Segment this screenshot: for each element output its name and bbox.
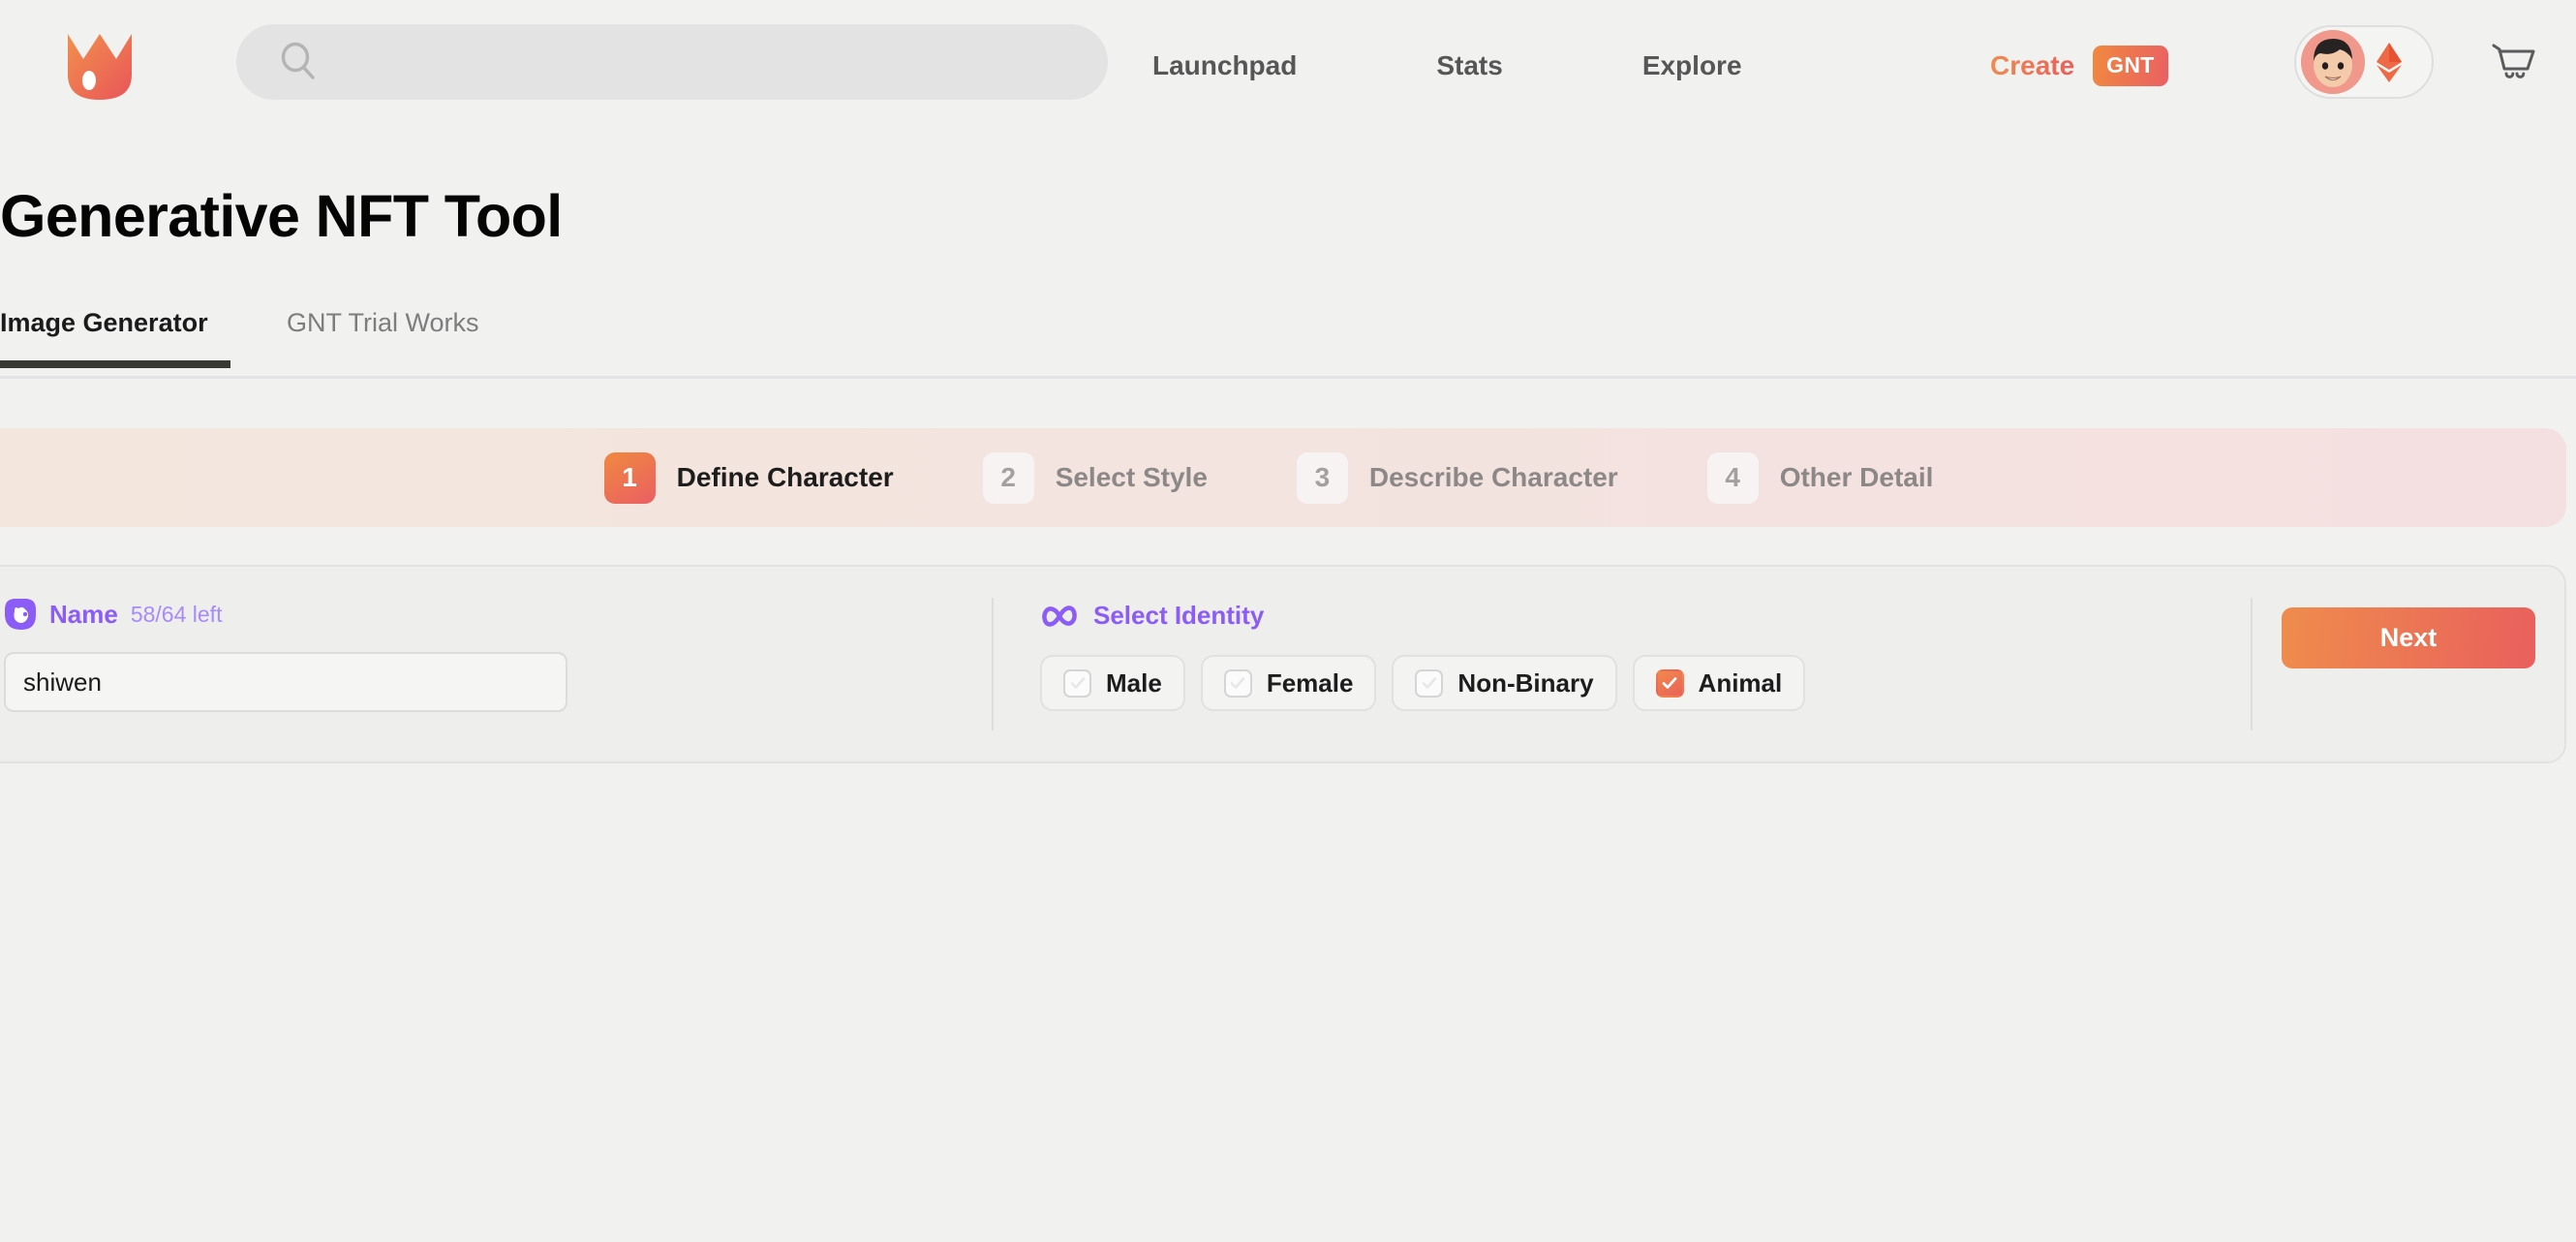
name-input[interactable] [4,652,567,712]
infinity-icon [1040,605,1079,628]
identity-option-non-binary[interactable]: Non-Binary [1392,655,1617,711]
name-char-counter: 58/64 left [130,601,223,627]
step-other-detail[interactable]: 4 Other Detail [1706,451,1934,504]
tab-bar: Image Generator GNT Trial Works [0,308,2576,379]
account-pill[interactable] [2294,25,2434,99]
identity-section: Select Identity Male Female Non-Binary A… [994,567,2251,761]
identity-option-label: Male [1106,668,1162,698]
step-progress-bar: 1 Define Character 2 Select Style 3 Desc… [0,428,2566,527]
checkbox-non-binary[interactable] [1415,668,1444,698]
identity-label: Select Identity [1093,601,1265,630]
step-label: Describe Character [1368,462,1618,492]
nav-link-explore[interactable]: Explore [1642,50,1742,81]
tab-image-generator[interactable]: Image Generator [0,308,230,368]
step-number: 4 [1706,451,1759,504]
ethereum-icon [2375,41,2404,83]
nav-link-stats[interactable]: Stats [1436,50,1502,81]
identity-option-label: Animal [1698,668,1783,698]
define-character-card: Name 58/64 left Select Identity Male [0,565,2566,763]
page-title: Generative NFT Tool [0,183,563,249]
name-section: Name 58/64 left [0,567,992,761]
search-icon [279,42,320,82]
gnt-badge[interactable]: GNT [2093,45,2168,86]
step-label: Define Character [676,462,894,492]
tab-gnt-trial-works[interactable]: GNT Trial Works [287,308,479,365]
checkbox-male[interactable] [1063,668,1091,698]
step-number: 2 [982,451,1034,504]
create-button[interactable]: Create GNT [1990,0,2168,131]
name-field-header: Name 58/64 left [4,598,992,631]
identity-options: Male Female Non-Binary Animal [1040,655,2251,711]
step-label: Select Style [1055,462,1208,492]
top-header: Launchpad Stats Explore Create GNT [0,0,2576,131]
shopping-cart-icon[interactable] [2491,39,2537,85]
pet-face-icon [4,598,37,631]
user-avatar [2301,30,2365,94]
step-number: 1 [603,451,656,504]
next-section: Next [2253,567,2564,761]
identity-option-label: Non-Binary [1457,668,1594,698]
search-input[interactable] [339,24,1108,100]
step-label: Other Detail [1779,462,1934,492]
checkbox-animal[interactable] [1655,668,1684,698]
nav-link-launchpad[interactable]: Launchpad [1152,50,1297,81]
name-label: Name [49,599,118,629]
step-number: 3 [1296,451,1348,504]
create-label: Create [1990,49,2075,80]
identity-option-label: Female [1266,668,1354,698]
checkbox-female[interactable] [1223,668,1252,698]
next-button[interactable]: Next [2282,607,2535,668]
step-describe-character[interactable]: 3 Describe Character [1296,451,1618,504]
identity-option-male[interactable]: Male [1040,655,1185,711]
fox-logo-icon[interactable] [66,32,134,102]
identity-option-female[interactable]: Female [1200,655,1377,711]
search-bar[interactable] [236,24,1108,100]
main-nav: Launchpad Stats Explore [1152,0,1742,131]
step-define-character[interactable]: 1 Define Character [603,451,894,504]
identity-option-animal[interactable]: Animal [1632,655,1806,711]
step-select-style[interactable]: 2 Select Style [982,451,1208,504]
identity-header: Select Identity [1040,601,2251,631]
